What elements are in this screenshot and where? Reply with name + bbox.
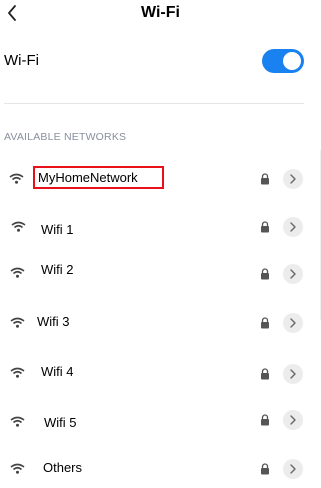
wifi-toggle-label: Wi-Fi	[4, 52, 39, 69]
wifi-signal-icon	[10, 463, 25, 474]
wifi-toggle-switch[interactable]	[262, 49, 304, 73]
section-header: AVAILABLE NETWORKS	[4, 131, 127, 143]
network-name: MyHomeNetwork	[33, 166, 164, 189]
network-row[interactable]: Others	[0, 456, 321, 484]
page-title: Wi-Fi	[141, 4, 180, 21]
toggle-knob	[283, 52, 301, 70]
network-name: Others	[43, 460, 83, 475]
network-row[interactable]: MyHomeNetwork	[0, 166, 321, 194]
network-name: Wifi 5	[44, 415, 77, 430]
network-details-button[interactable]	[283, 410, 303, 430]
network-details-button[interactable]	[283, 169, 303, 189]
chevron-right-icon	[290, 464, 296, 474]
network-name: Wifi 3	[37, 314, 70, 329]
lock-icon	[261, 173, 269, 185]
chevron-right-icon	[290, 369, 296, 379]
network-row[interactable]: Wifi 5	[0, 407, 321, 435]
network-details-button[interactable]	[283, 364, 303, 384]
lock-icon	[261, 368, 269, 380]
chevron-right-icon	[290, 269, 296, 279]
chevron-right-icon	[290, 222, 296, 232]
network-row[interactable]: Wifi 4	[0, 360, 321, 388]
wifi-signal-icon	[11, 221, 26, 232]
network-row[interactable]: Wifi 3	[0, 310, 321, 338]
network-row[interactable]: Wifi 2	[0, 260, 321, 288]
network-details-button[interactable]	[283, 264, 303, 284]
wifi-signal-icon	[10, 267, 25, 278]
lock-icon	[261, 268, 269, 280]
wifi-signal-icon	[10, 416, 25, 427]
network-details-button[interactable]	[283, 217, 303, 237]
network-name: Wifi 4	[41, 364, 74, 379]
network-details-button[interactable]	[283, 459, 303, 479]
network-row[interactable]: Wifi 1	[0, 214, 321, 242]
chevron-right-icon	[290, 318, 296, 328]
chevron-right-icon	[290, 174, 296, 184]
wifi-signal-icon	[9, 173, 24, 184]
network-details-button[interactable]	[283, 313, 303, 333]
wifi-settings-screen: Wi-Fi Wi-Fi AVAILABLE NETWORKS MyHomeNet…	[0, 0, 321, 488]
chevron-right-icon	[290, 415, 296, 425]
wifi-signal-icon	[10, 317, 25, 328]
lock-icon	[261, 414, 269, 426]
wifi-signal-icon	[10, 367, 25, 378]
lock-icon	[261, 463, 269, 475]
divider	[4, 103, 304, 104]
network-name: Wifi 1	[41, 222, 74, 237]
lock-icon	[261, 221, 269, 233]
lock-icon	[261, 317, 269, 329]
network-name: Wifi 2	[41, 262, 74, 277]
